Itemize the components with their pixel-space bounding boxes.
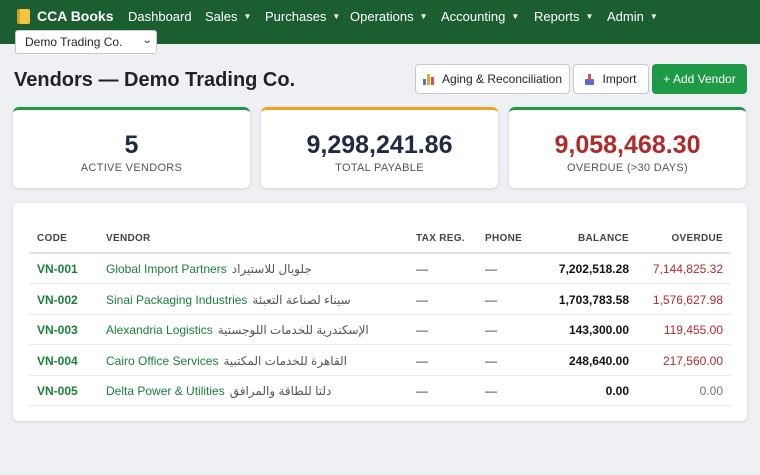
stat-value: 9,058,468.30 bbox=[554, 131, 701, 159]
caret-down-icon: ▼ bbox=[649, 11, 658, 21]
brand-link[interactable]: CCA Books bbox=[17, 7, 114, 25]
col-header-vendor[interactable]: VENDOR bbox=[106, 233, 151, 244]
bar-chart-icon bbox=[422, 73, 434, 85]
vendor-name-en: Alexandria Logistics bbox=[106, 323, 213, 337]
nav-reports[interactable]: Reports ▼ bbox=[534, 7, 593, 25]
page-title: Vendors — Demo Trading Co. bbox=[14, 69, 296, 91]
nav-label: Admin bbox=[607, 8, 644, 24]
nav-label: Sales bbox=[205, 8, 238, 24]
stat-label: OVERDUE (>30 DAYS) bbox=[566, 162, 689, 174]
nav-label: Reports bbox=[534, 8, 580, 24]
vendor-name-link[interactable]: Alexandria Logistics الإسكندرية للخدمات ا… bbox=[106, 323, 369, 337]
stat-value: 5 bbox=[124, 131, 139, 159]
aging-reconciliation-label: Aging & Reconciliation bbox=[441, 72, 563, 86]
import-icon bbox=[585, 73, 595, 85]
balance-cell: 7,202,518.28 bbox=[558, 262, 629, 276]
caret-down-icon: ▼ bbox=[243, 11, 252, 21]
nav-label: Accounting bbox=[441, 8, 506, 24]
import-label: Import bbox=[602, 72, 637, 86]
stat-card-overdue: 9,058,468.30 OVERDUE (>30 DAYS) bbox=[509, 107, 746, 188]
vendor-name-ar: القاهرة للخدمات المكتبية bbox=[223, 353, 348, 368]
brand-name: CCA Books bbox=[37, 8, 114, 24]
overdue-cell: 0.00 bbox=[699, 384, 723, 398]
col-header-code[interactable]: CODE bbox=[37, 233, 67, 244]
nav-label: Dashboard bbox=[128, 8, 192, 24]
chevron-down-icon: ⌄ bbox=[141, 35, 153, 46]
phone-cell: — bbox=[485, 323, 497, 337]
stat-value: 9,298,241.86 bbox=[306, 131, 453, 159]
overdue-cell: 7,144,825.32 bbox=[652, 262, 723, 276]
balance-cell: 0.00 bbox=[605, 384, 629, 398]
tax-reg-cell: — bbox=[416, 323, 428, 337]
row-divider bbox=[29, 405, 731, 406]
stat-card-active-vendors: 5 ACTIVE VENDORS bbox=[13, 107, 250, 188]
phone-cell: — bbox=[485, 384, 497, 398]
vendor-name-ar: الإسكندرية للخدمات اللوجستية bbox=[217, 323, 369, 337]
balance-cell: 248,640.00 bbox=[568, 353, 629, 368]
vendor-name-ar: سيناء لصناعة التعبئة bbox=[252, 292, 351, 307]
caret-down-icon: ▼ bbox=[511, 11, 520, 21]
company-select[interactable]: Demo Trading Co. ⌄ bbox=[15, 30, 157, 54]
nav-label: Purchases bbox=[265, 8, 327, 24]
overdue-cell: 217,560.00 bbox=[662, 353, 723, 368]
nav-admin[interactable]: Admin ▼ bbox=[607, 7, 658, 25]
nav-sales[interactable]: Sales ▼ bbox=[205, 7, 251, 25]
company-select-value: Demo Trading Co. bbox=[25, 35, 123, 49]
nav-accounting[interactable]: Accounting ▼ bbox=[441, 7, 519, 25]
vendor-name-ar: دلتا للطاقة والمرافق bbox=[229, 384, 332, 398]
stat-label: ACTIVE VENDORS bbox=[80, 162, 183, 174]
col-header-tax-reg[interactable]: TAX REG. bbox=[416, 233, 465, 244]
tax-reg-cell: — bbox=[416, 384, 428, 398]
row-divider bbox=[29, 374, 731, 376]
aging-reconciliation-button[interactable]: Aging & Reconciliation bbox=[415, 64, 570, 94]
stat-card-total-payable: 9,298,241.86 TOTAL PAYABLE bbox=[261, 107, 498, 188]
phone-cell: — bbox=[485, 292, 497, 307]
tax-reg-cell: — bbox=[416, 353, 428, 368]
caret-down-icon: ▼ bbox=[419, 11, 428, 21]
vendor-name-en: Sinai Packaging Industries bbox=[106, 292, 248, 307]
import-button[interactable]: Import bbox=[573, 64, 649, 94]
row-divider bbox=[29, 344, 731, 345]
ledger-book-icon bbox=[17, 8, 30, 24]
col-header-phone[interactable]: PHONE bbox=[485, 233, 522, 244]
phone-cell: — bbox=[485, 262, 497, 276]
nav-purchases[interactable]: Purchases ▼ bbox=[265, 7, 340, 25]
add-vendor-label: + Add Vendor bbox=[663, 72, 736, 86]
vendor-code-link[interactable]: VN-003 bbox=[37, 323, 78, 337]
balance-cell: 143,300.00 bbox=[568, 323, 629, 337]
vendor-code-link[interactable]: VN-002 bbox=[37, 293, 78, 307]
tax-reg-cell: — bbox=[416, 262, 428, 276]
overdue-cell: 119,455.00 bbox=[663, 323, 723, 337]
nav-operations[interactable]: Operations ▼ bbox=[350, 7, 428, 25]
vendor-code-link[interactable]: VN-001 bbox=[37, 262, 78, 276]
vendor-code-link[interactable]: VN-004 bbox=[37, 354, 78, 368]
col-header-balance[interactable]: BALANCE bbox=[578, 233, 629, 244]
vendor-name-en: Delta Power & Utilities bbox=[106, 384, 225, 398]
phone-cell: — bbox=[485, 353, 497, 368]
row-divider bbox=[29, 313, 731, 315]
col-header-overdue[interactable]: OVERDUE bbox=[671, 233, 723, 244]
vendor-name-link[interactable]: Delta Power & Utilities دلتا للطاقة والمر… bbox=[106, 384, 331, 398]
nav-dashboard[interactable]: Dashboard bbox=[128, 7, 192, 25]
vendor-name-link[interactable]: Sinai Packaging Industries سيناء لصناعة ا… bbox=[106, 293, 351, 307]
caret-down-icon: ▼ bbox=[585, 11, 594, 21]
stat-label: TOTAL PAYABLE bbox=[335, 162, 424, 174]
nav-label: Operations bbox=[350, 8, 414, 24]
overdue-cell: 1,576,627.98 bbox=[652, 292, 723, 307]
vendor-name-en: Global Import Partners bbox=[106, 262, 227, 276]
vendor-name-en: Cairo Office Services bbox=[106, 353, 219, 368]
vendor-name-link[interactable]: Cairo Office Services القاهرة للخدمات الم… bbox=[106, 354, 347, 368]
caret-down-icon: ▼ bbox=[332, 11, 341, 21]
row-divider bbox=[29, 283, 731, 284]
balance-cell: 1,703,783.58 bbox=[558, 292, 629, 307]
vendor-code-link[interactable]: VN-005 bbox=[37, 384, 78, 398]
add-vendor-button[interactable]: + Add Vendor bbox=[652, 64, 747, 94]
vendor-name-ar: جلوبال للاستيراد bbox=[231, 262, 312, 276]
vendor-name-link[interactable]: Global Import Partners جلوبال للاستيراد bbox=[106, 262, 312, 276]
table-header-divider bbox=[29, 252, 731, 254]
tax-reg-cell: — bbox=[416, 292, 428, 307]
